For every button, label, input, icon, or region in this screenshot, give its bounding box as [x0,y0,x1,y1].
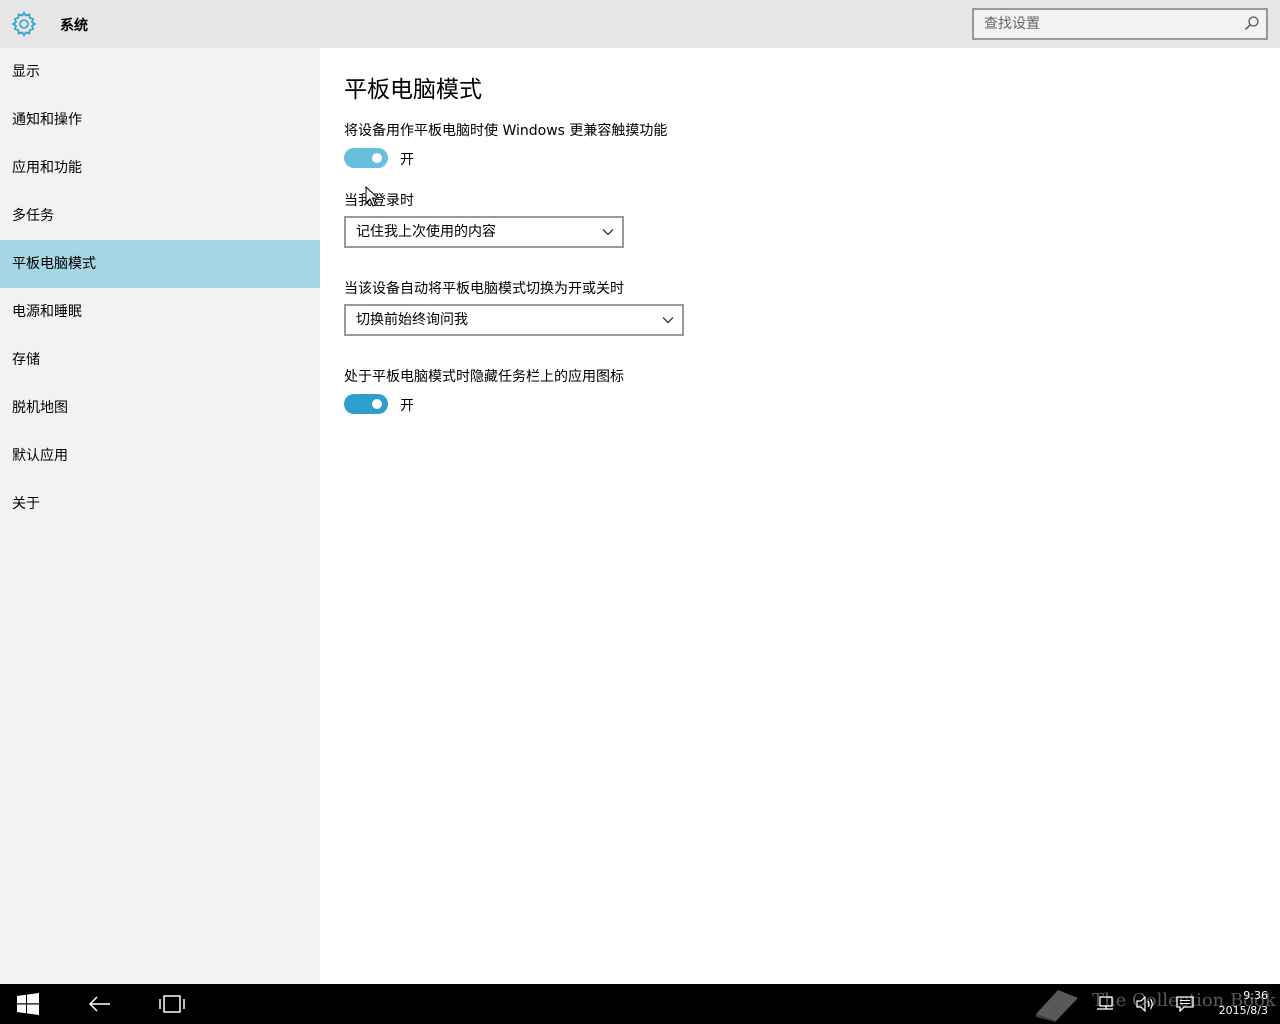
auto-switch-setting-label: 当该设备自动将平板电脑模式切换为开或关时 [344,281,624,297]
windows-logo-icon [17,993,39,1015]
title-bar: 系统 [0,0,1280,48]
chevron-down-icon [602,229,614,236]
hide-icons-toggle[interactable] [344,394,388,414]
sidebar-item-apps-features[interactable]: 应用和功能 [0,144,320,192]
toggle-knob [372,153,382,163]
task-view-button[interactable] [148,984,196,1024]
search-icon[interactable] [1244,15,1260,31]
watermark-text: The Collection Book [1092,990,1276,1011]
toggle-knob [372,399,382,409]
sidebar-item-power-sleep[interactable]: 电源和睡眠 [0,288,320,336]
auto-switch-dropdown-value: 切换前始终询问我 [356,312,468,328]
sidebar-item-default-apps[interactable]: 默认应用 [0,432,320,480]
auto-switch-dropdown[interactable]: 切换前始终询问我 [344,304,684,336]
page-title: 平板电脑模式 [344,77,482,103]
touch-setting-label: 将设备用作平板电脑时使 Windows 更兼容触摸功能 [344,123,668,139]
sidebar-item-storage[interactable]: 存储 [0,336,320,384]
mouse-cursor-icon [365,186,379,207]
touch-toggle-state: 开 [400,152,414,168]
search-input[interactable] [972,8,1268,40]
watermark: The Collection Book [1032,986,1276,1022]
signin-setting-label: 当我登录时 [344,193,414,209]
task-view-icon [159,995,185,1013]
sidebar-nav: 显示 通知和操作 应用和功能 多任务 平板电脑模式 电源和睡眠 存储 脱机地图 … [0,48,320,984]
signin-dropdown[interactable]: 记住我上次使用的内容 [344,216,624,248]
sidebar-item-tablet-mode[interactable]: 平板电脑模式 [0,240,320,288]
app-title: 系统 [60,18,88,34]
sidebar-item-multitasking[interactable]: 多任务 [0,192,320,240]
chevron-down-icon [662,317,674,324]
hide-icons-setting-label: 处于平板电脑模式时隐藏任务栏上的应用图标 [344,369,624,385]
sidebar-item-notifications[interactable]: 通知和操作 [0,96,320,144]
back-arrow-icon [89,996,110,1012]
back-button[interactable] [76,984,124,1024]
book-icon [1036,990,1078,1022]
settings-window: 系统 显示 通知和操作 应用和功能 多任务 平板电脑模式 电源和睡眠 存储 脱机… [0,0,1280,984]
sidebar-item-display[interactable]: 显示 [0,48,320,96]
main-content: 平板电脑模式 将设备用作平板电脑时使 Windows 更兼容触摸功能 开 当我登… [320,48,1280,984]
sidebar-item-offline-maps[interactable]: 脱机地图 [0,384,320,432]
gear-icon [11,11,37,37]
touch-toggle[interactable] [344,148,388,168]
sidebar-item-about[interactable]: 关于 [0,480,320,528]
hide-icons-toggle-state: 开 [400,398,414,414]
start-button[interactable] [4,984,52,1024]
signin-dropdown-value: 记住我上次使用的内容 [356,224,496,240]
